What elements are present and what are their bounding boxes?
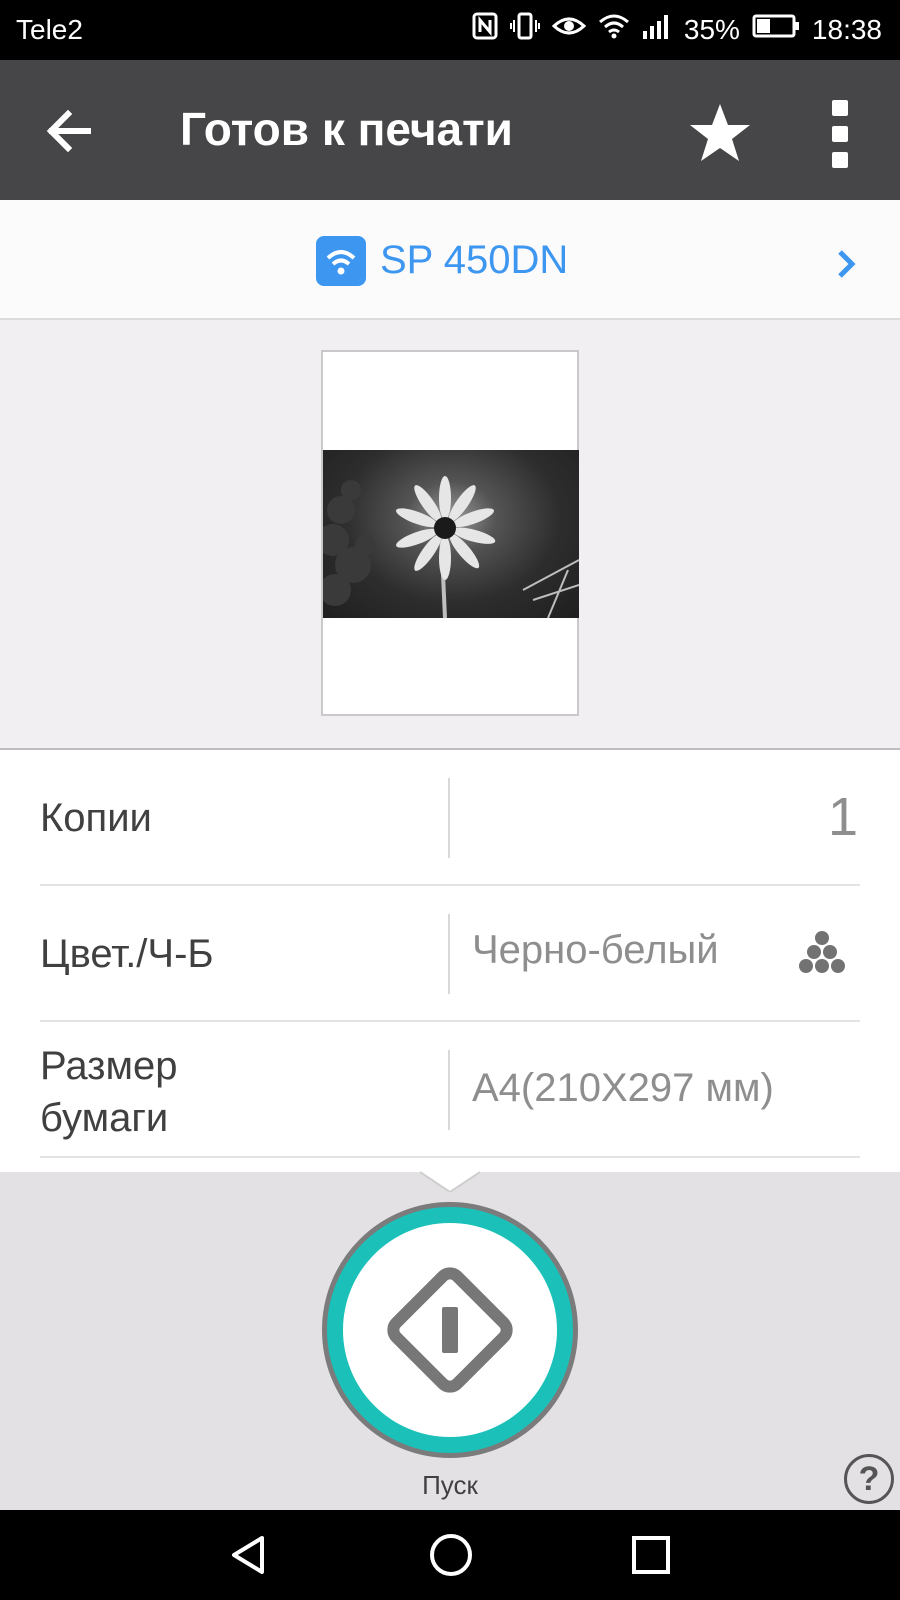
paper-preview — [321, 350, 579, 716]
star-icon[interactable] — [684, 98, 756, 170]
clock: 18:38 — [811, 14, 882, 45]
color-mode-value: Черно-белый — [472, 928, 719, 972]
print-settings: Копии 1 Цвет./Ч-Б Черно-белый Размер бум… — [0, 748, 900, 1172]
app-bar: Готов к печати — [0, 60, 900, 200]
copies-row[interactable]: Копии 1 — [40, 750, 860, 886]
row-divider — [448, 778, 450, 858]
system-nav-bar — [0, 1510, 900, 1600]
paper-size-row[interactable]: Размер бумаги A4(210X297 мм) — [40, 1022, 860, 1158]
wifi-icon — [598, 13, 630, 47]
back-triangle-icon[interactable] — [226, 1532, 272, 1578]
back-arrow-icon[interactable] — [36, 96, 106, 166]
row-divider — [448, 914, 450, 994]
battery-icon — [752, 14, 800, 46]
paper-size-value: A4(210X297 мм) — [472, 1066, 774, 1110]
printer-name: SP 450DN — [380, 238, 569, 282]
status-bar: Tele2 35% 18:38 — [0, 0, 900, 60]
chevron-right-icon — [832, 244, 862, 284]
home-circle-icon[interactable] — [428, 1532, 474, 1578]
wifi-printer-icon — [316, 236, 366, 286]
copies-value[interactable]: 1 — [828, 786, 858, 848]
start-button-face — [343, 1223, 557, 1437]
help-icon[interactable]: ? — [844, 1454, 894, 1504]
page-title: Готов к печати — [180, 103, 513, 155]
paper-size-label: Размер бумаги — [40, 1040, 177, 1144]
preview-photo — [323, 450, 579, 618]
vibrate-icon — [509, 12, 540, 48]
carrier-name: Tele2 — [16, 14, 83, 45]
toner-dots-icon — [792, 924, 852, 984]
start-button[interactable] — [322, 1202, 578, 1458]
more-vert-icon[interactable] — [826, 100, 854, 180]
row-divider — [448, 1050, 450, 1130]
color-mode-row[interactable]: Цвет./Ч-Б Черно-белый — [40, 886, 860, 1022]
start-label: Пуск — [422, 1470, 478, 1500]
printer-selector[interactable]: SP 450DN — [0, 200, 900, 320]
nfc-icon — [472, 12, 498, 48]
signal-icon — [642, 13, 672, 47]
recents-square-icon[interactable] — [628, 1532, 674, 1578]
status-icons: 35% 18:38 — [472, 12, 882, 48]
battery-percent: 35% — [683, 14, 740, 45]
print-preview-area — [0, 320, 900, 748]
settings-pointer — [419, 1162, 481, 1194]
paper-size-label-line2: бумаги — [40, 1096, 169, 1140]
start-icon — [387, 1267, 513, 1393]
paper-size-label-line1: Размер — [40, 1044, 178, 1088]
eye-icon — [551, 14, 587, 46]
color-mode-label: Цвет./Ч-Б — [40, 932, 214, 976]
copies-label: Копии — [40, 796, 152, 840]
